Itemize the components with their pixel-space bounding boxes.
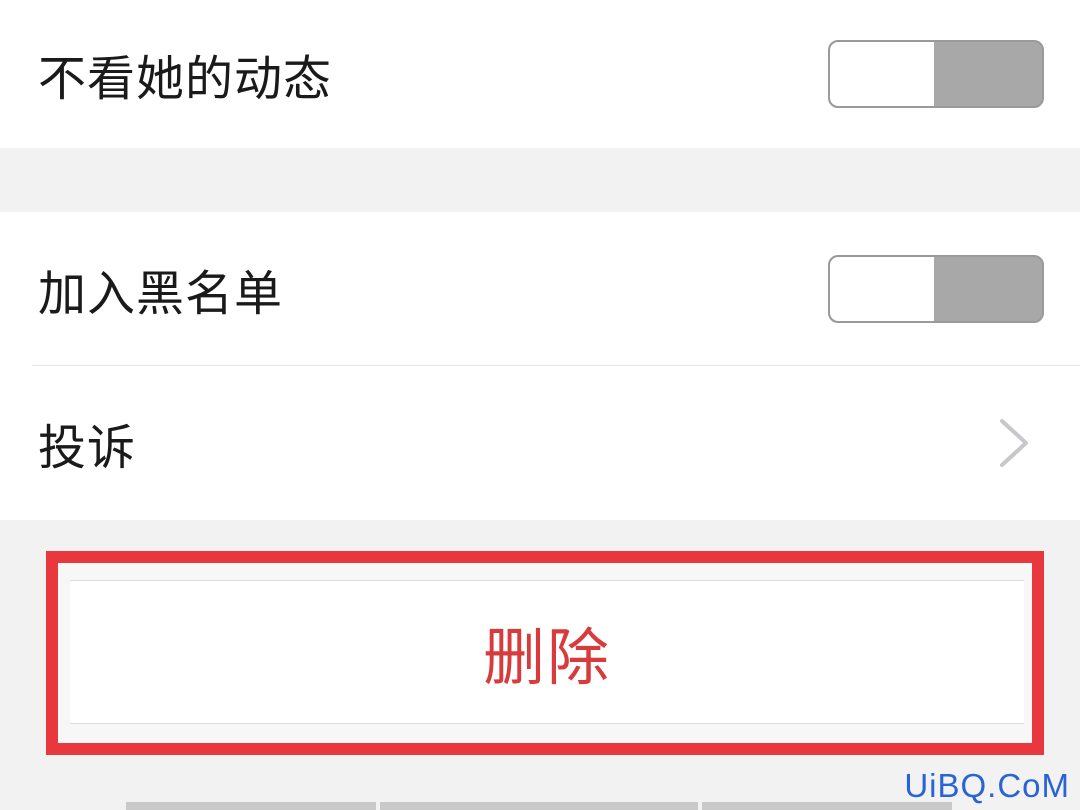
chevron-right-icon [1000, 419, 1028, 467]
blacklist-label: 加入黑名单 [38, 266, 284, 322]
hide-moments-row: 不看她的动态 [0, 0, 1080, 148]
complaint-row[interactable]: 投诉 [0, 366, 1080, 520]
watermark: UiBQ.CoM [904, 767, 1070, 804]
delete-label: 删除 [482, 621, 611, 694]
bottom-edge-segment [380, 802, 698, 810]
complaint-label: 投诉 [38, 420, 137, 476]
toggle-knob [830, 42, 934, 106]
delete-button[interactable]: 删除 [70, 580, 1024, 724]
blacklist-toggle[interactable] [828, 255, 1044, 323]
delete-highlight-box: 删除 [46, 551, 1044, 755]
hide-moments-toggle[interactable] [828, 40, 1044, 108]
toggle-knob [830, 257, 934, 321]
settings-group-moments: 不看她的动态 [0, 0, 1080, 148]
settings-group-privacy: 加入黑名单 投诉 [0, 212, 1080, 520]
bottom-edge-segment [126, 802, 376, 810]
hide-moments-label: 不看她的动态 [38, 51, 333, 107]
blacklist-row: 加入黑名单 [0, 212, 1080, 366]
